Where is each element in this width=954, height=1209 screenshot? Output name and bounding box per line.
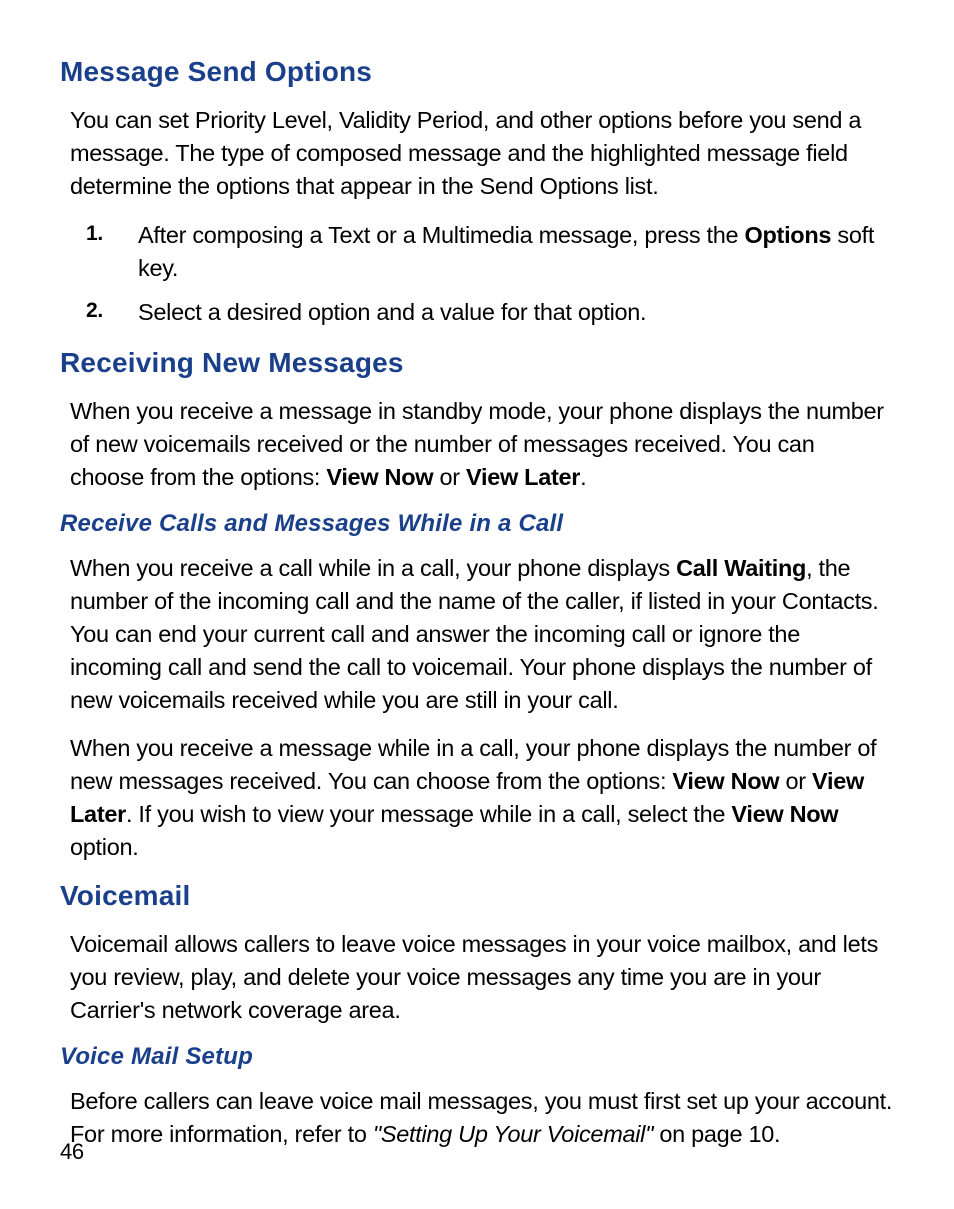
step-text: Select a desired option and a value for … (138, 299, 646, 325)
paragraph: Before callers can leave voice mail mess… (70, 1085, 894, 1151)
text: . (580, 464, 586, 490)
step-number: 1. (86, 219, 103, 248)
page: Message Send Options You can set Priorit… (0, 0, 954, 1209)
paragraph: When you receive a call while in a call,… (70, 552, 894, 716)
paragraph: You can set Priority Level, Validity Per… (70, 104, 894, 203)
step-2: 2. Select a desired option and a value f… (86, 296, 894, 329)
page-number: 46 (60, 1139, 84, 1165)
text: . If you wish to view your message while… (126, 801, 731, 827)
option-view-now: View Now (326, 464, 433, 490)
text: When you receive a call while in a call,… (70, 555, 676, 581)
subheading-receive-calls-in-call: Receive Calls and Messages While in a Ca… (60, 510, 894, 538)
text: option. (70, 834, 138, 860)
heading-voicemail: Voicemail (60, 880, 894, 912)
step-number: 2. (86, 296, 103, 325)
text: on page 10. (653, 1121, 780, 1147)
text: or (779, 768, 812, 794)
paragraph: When you receive a message in standby mo… (70, 395, 894, 494)
option-view-now: View Now (672, 768, 779, 794)
option-view-now: View Now (731, 801, 838, 827)
step-text: After composing a Text or a Multimedia m… (138, 222, 745, 248)
paragraph: Voicemail allows callers to leave voice … (70, 928, 894, 1027)
option-view-later: View Later (466, 464, 580, 490)
label-call-waiting: Call Waiting (676, 555, 806, 581)
subheading-voice-mail-setup: Voice Mail Setup (60, 1043, 894, 1071)
paragraph: When you receive a message while in a ca… (70, 732, 894, 864)
heading-receiving-new-messages: Receiving New Messages (60, 347, 894, 379)
cross-reference: "Setting Up Your Voicemail" (373, 1121, 653, 1147)
steps-list: 1. After composing a Text or a Multimedi… (86, 219, 894, 330)
heading-message-send-options: Message Send Options (60, 56, 894, 88)
step-1: 1. After composing a Text or a Multimedi… (86, 219, 894, 285)
softkey-options: Options (745, 222, 832, 248)
text: or (433, 464, 466, 490)
